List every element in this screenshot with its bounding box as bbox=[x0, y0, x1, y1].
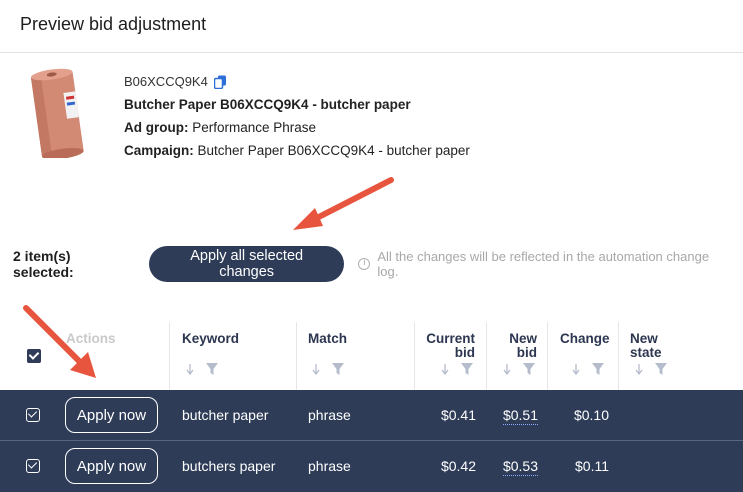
dialog-header: Preview bid adjustment bbox=[0, 0, 743, 53]
filter-icon[interactable] bbox=[592, 363, 604, 375]
ad-group-row: Ad group: Performance Phrase bbox=[124, 116, 470, 139]
column-current-bid: Current bid bbox=[415, 322, 487, 390]
column-keyword-label: Keyword bbox=[182, 331, 240, 346]
change-cell: $0.11 bbox=[575, 458, 609, 474]
column-match: Match bbox=[297, 322, 415, 390]
info-icon bbox=[358, 257, 371, 270]
sort-arrow-icon[interactable] bbox=[186, 363, 194, 375]
filter-icon[interactable] bbox=[332, 363, 344, 375]
sort-arrow-icon[interactable] bbox=[441, 363, 449, 375]
row-divider bbox=[0, 440, 743, 441]
sort-arrow-icon[interactable] bbox=[503, 363, 511, 375]
change-cell: $0.10 bbox=[573, 407, 609, 423]
filter-icon[interactable] bbox=[206, 363, 218, 375]
apply-now-button[interactable]: Apply now bbox=[65, 448, 158, 484]
apply-now-button[interactable]: Apply now bbox=[65, 397, 158, 433]
column-new-bid: New bid bbox=[487, 322, 548, 390]
table-row: Apply now butchers paper phrase $0.42 $0… bbox=[0, 441, 743, 492]
match-cell: phrase bbox=[308, 458, 351, 474]
sort-arrow-icon[interactable] bbox=[312, 363, 320, 375]
dialog-title: Preview bid adjustment bbox=[20, 14, 207, 34]
current-bid-cell: $0.41 bbox=[440, 407, 476, 423]
sort-arrow-icon[interactable] bbox=[635, 363, 643, 375]
new-bid-cell[interactable]: $0.51 bbox=[502, 407, 538, 425]
column-match-label: Match bbox=[308, 331, 348, 346]
keyword-cell: butcher paper bbox=[182, 407, 269, 423]
row-checkbox[interactable] bbox=[26, 459, 40, 473]
table-row: Apply now butcher paper phrase $0.41 $0.… bbox=[0, 390, 743, 441]
column-new-state: New state bbox=[619, 322, 739, 390]
column-new-state-label: New state bbox=[630, 331, 662, 360]
campaign-value: Butcher Paper B06XCCQ9K4 - butcher paper bbox=[197, 143, 470, 158]
keyword-cell: butchers paper bbox=[182, 458, 276, 474]
current-bid-cell: $0.42 bbox=[440, 458, 476, 474]
table-header: Actions Keyword Match Current bid New bid … bbox=[0, 322, 743, 390]
product-info: B06XCCQ9K4 Butcher Paper B06XCCQ9K4 - bu… bbox=[124, 70, 470, 162]
filter-icon[interactable] bbox=[655, 363, 667, 375]
column-change-label: Change bbox=[560, 331, 610, 346]
product-image bbox=[30, 68, 84, 158]
selection-bar: 2 item(s) selected: Apply all selected c… bbox=[13, 246, 733, 282]
column-actions-label: Actions bbox=[66, 331, 116, 346]
filter-icon[interactable] bbox=[461, 363, 473, 375]
campaign-row: Campaign: Butcher Paper B06XCCQ9K4 - but… bbox=[124, 139, 470, 162]
column-keyword: Keyword bbox=[170, 322, 297, 390]
sort-arrow-icon[interactable] bbox=[572, 363, 580, 375]
campaign-label: Campaign: bbox=[124, 143, 194, 158]
column-actions: Actions bbox=[60, 322, 170, 390]
match-cell: phrase bbox=[308, 407, 351, 423]
copy-icon[interactable] bbox=[213, 75, 227, 89]
row-checkbox[interactable] bbox=[26, 408, 40, 422]
selected-count-label: 2 item(s) selected: bbox=[13, 248, 74, 280]
column-new-bid-label: New bid bbox=[509, 331, 537, 360]
ad-group-label: Ad group: bbox=[124, 120, 189, 135]
asin-text: B06XCCQ9K4 bbox=[124, 74, 208, 89]
select-all-checkbox[interactable] bbox=[27, 349, 41, 363]
column-change: Change bbox=[548, 322, 619, 390]
filter-icon[interactable] bbox=[523, 363, 535, 375]
apply-all-selected-button[interactable]: Apply all selected changes bbox=[148, 246, 345, 282]
product-name: Butcher Paper B06XCCQ9K4 - butcher paper bbox=[124, 97, 411, 112]
column-current-bid-label: Current bid bbox=[426, 331, 475, 360]
info-text: All the changes will be reflected in the… bbox=[377, 249, 710, 279]
ad-group-value: Performance Phrase bbox=[192, 120, 317, 135]
info-note: All the changes will be reflected in the… bbox=[358, 249, 733, 279]
annotation-arrow-icon bbox=[293, 177, 394, 230]
new-bid-cell[interactable]: $0.53 bbox=[502, 458, 538, 476]
